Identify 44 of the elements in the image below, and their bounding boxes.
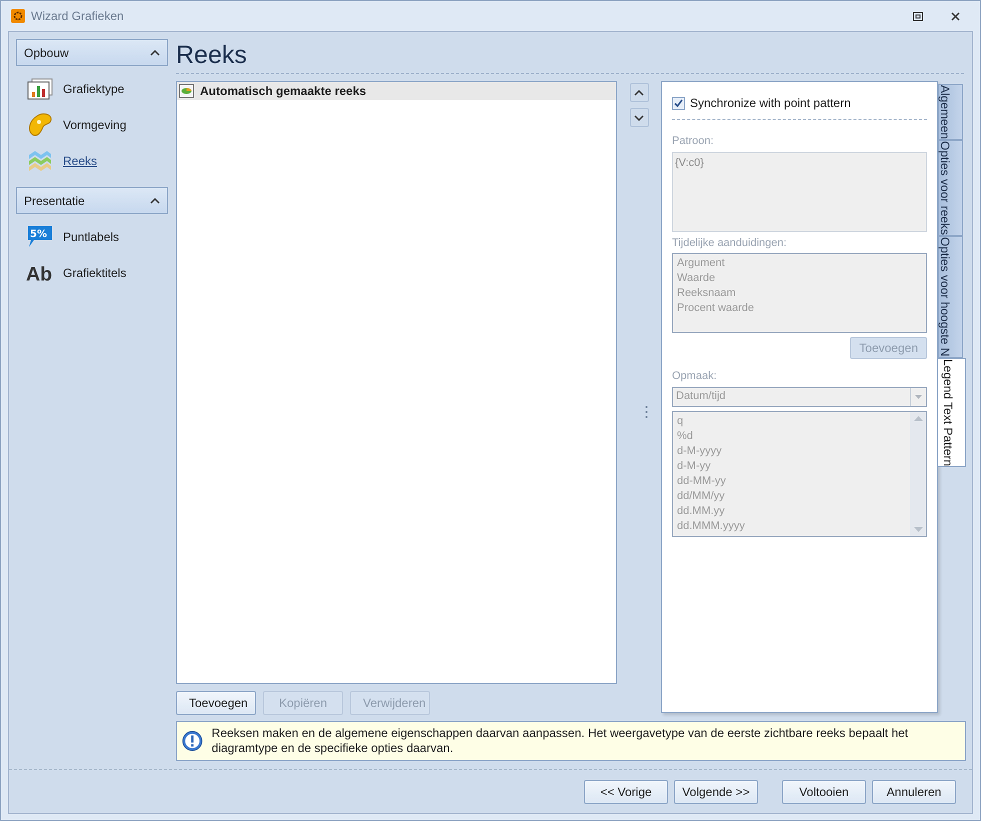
field-label: Patroon: [672,134,715,149]
dropdown-arrow-icon [915,394,922,398]
footer-button[interactable]: << Vorige [584,780,668,804]
expand-icon[interactable] [634,114,644,120]
field-label: Tijdelijke aanduidingen: [672,236,788,250]
info-icon [182,728,203,754]
checkbox-label: Synchronize with point pattern [690,95,851,112]
palette-icon [27,113,53,137]
series-icon [179,84,194,98]
side-tab[interactable]: Opties voor reeks [938,140,963,236]
nav-link[interactable]: Puntlabels [63,228,120,246]
move-down-button[interactable] [630,108,648,127]
text-icon: Ab [26,262,54,284]
side-tab[interactable]: Opties voor hoogste N [938,236,963,358]
speech-bubble-icon: 5% [26,225,54,249]
checkbox[interactable] [672,96,685,110]
footer-button[interactable]: Annuleren [872,780,956,804]
footer-button[interactable]: Voltooien [782,780,866,804]
restore-icon[interactable] [913,12,923,20]
collapse-icon[interactable] [150,198,160,204]
move-up-button[interactable] [630,83,648,102]
group-header[interactable]: Opbouw [16,39,168,66]
nav-link[interactable]: Vormgeving [63,116,126,134]
close-icon[interactable] [951,12,960,20]
side-tab[interactable]: Legend Text Pattern [938,358,966,467]
field-label: Opmaak: [672,369,718,384]
info-text: Reeksen maken en de algemene eigenschappen daarvan aanpassen. Het weergavetype van de eerste zichtbare reeks bepaalt het diagramtype en de specifieke opties daarvan. [212,726,910,756]
app-icon [11,9,25,23]
nav-link[interactable]: Grafiektype [63,80,124,98]
bar-chart-icon [27,78,53,100]
collapse-icon[interactable] [150,50,160,56]
list-button[interactable]: Toevoegen [176,691,256,715]
series-item[interactable]: Automatisch gemaakte reeks [177,82,616,100]
page-title: Reeks [176,40,247,71]
window-title: Wizard Grafieken [31,8,124,25]
collapse-icon[interactable] [634,90,644,96]
nav-link[interactable]: Grafiektitels [63,264,126,282]
group-header[interactable]: Presentatie [16,187,168,214]
pattern-field[interactable]: {V:c0} [672,152,927,232]
footer-button[interactable]: Volgende >> [674,780,758,804]
side-tab[interactable]: Algemeen [938,84,963,140]
wave-layers-icon [27,149,53,173]
nav-link[interactable]: Reeks [63,152,98,170]
splitter-handle[interactable] [644,405,648,419]
